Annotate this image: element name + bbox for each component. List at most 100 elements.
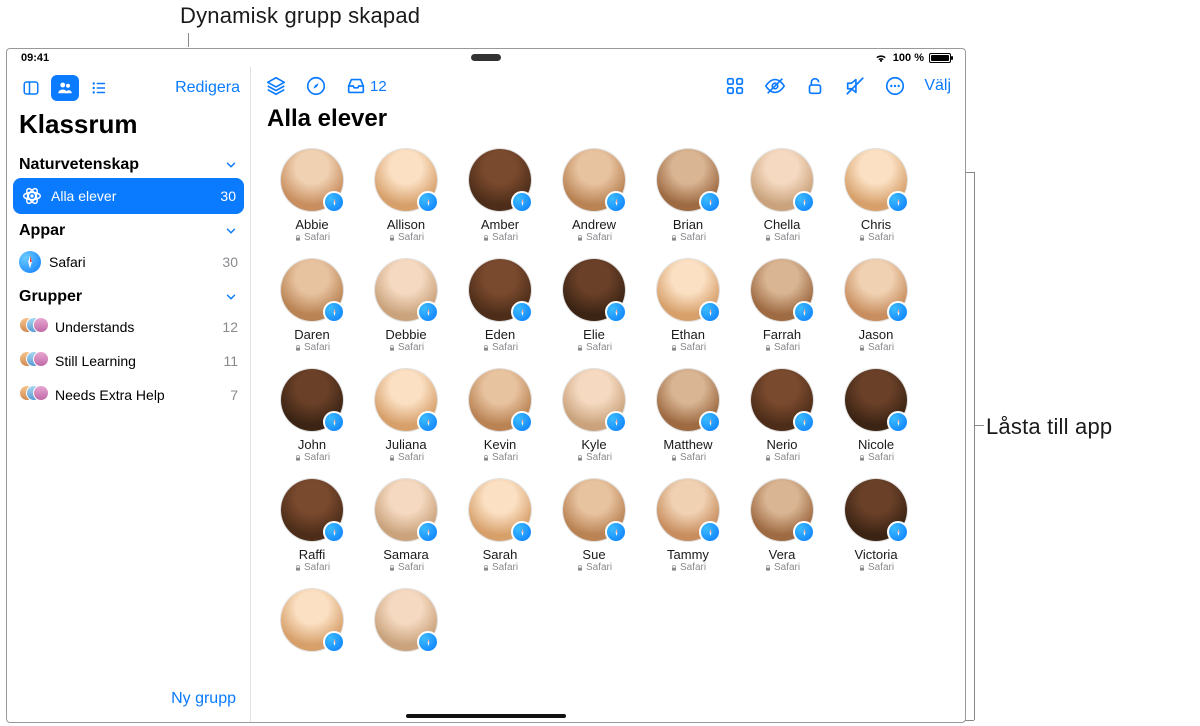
student-status: Safari	[388, 232, 424, 243]
select-button[interactable]: Välj	[924, 77, 951, 95]
section-title: Naturvetenskap	[19, 156, 139, 174]
student-tile[interactable]: Matthew Safari	[643, 369, 733, 463]
student-tile[interactable]: Tammy Safari	[643, 479, 733, 573]
student-tile[interactable]: Ethan Safari	[643, 259, 733, 353]
hide-button[interactable]	[764, 75, 786, 97]
safari-badge-icon	[605, 411, 627, 433]
student-tile[interactable]: Sue Safari	[549, 479, 639, 573]
student-tile[interactable]: John Safari	[267, 369, 357, 463]
lock-icon	[294, 234, 302, 242]
eye-off-icon	[764, 75, 786, 97]
student-tile[interactable]: Allison Safari	[361, 149, 451, 243]
student-tile[interactable]: Kyle Safari	[549, 369, 639, 463]
sidebar-item-group[interactable]: Understands 12	[7, 310, 250, 344]
student-name: Jason	[859, 327, 894, 342]
callout-line	[974, 425, 984, 426]
lock-icon	[670, 564, 678, 572]
student-status: Safari	[670, 232, 706, 243]
student-tile[interactable]: Juliana Safari	[361, 369, 451, 463]
lock-icon	[858, 344, 866, 352]
student-status: Safari	[670, 342, 706, 353]
student-tile[interactable]: Nicole Safari	[831, 369, 921, 463]
student-tile[interactable]: Farrah Safari	[737, 259, 827, 353]
new-group-button[interactable]: Ny grupp	[171, 690, 236, 707]
layers-button[interactable]	[265, 75, 287, 97]
inbox-button[interactable]: 12	[345, 75, 387, 97]
more-button[interactable]	[884, 75, 906, 97]
sidebar-icon	[22, 79, 40, 97]
student-status: Safari	[670, 452, 706, 463]
home-indicator[interactable]	[406, 714, 566, 718]
list-view-button[interactable]	[85, 75, 113, 101]
student-tile[interactable]	[361, 589, 451, 657]
lock-icon	[858, 564, 866, 572]
inbox-icon	[345, 75, 367, 97]
sidebar-item-group[interactable]: Still Learning 11	[7, 344, 250, 378]
safari-badge-icon	[417, 301, 439, 323]
sidebar-toolbar: Redigera	[7, 67, 250, 107]
sidebar-toggle-button[interactable]	[17, 75, 45, 101]
sidebar: Redigera Klassrum Naturvetenskap Alla el…	[7, 67, 251, 722]
student-tile[interactable]: Elie Safari	[549, 259, 639, 353]
lock-icon	[764, 454, 772, 462]
student-tile[interactable]	[267, 589, 357, 657]
student-tile[interactable]: Chella Safari	[737, 149, 827, 243]
navigate-button[interactable]	[305, 75, 327, 97]
layers-icon	[265, 75, 287, 97]
people-view-button[interactable]	[51, 75, 79, 101]
student-status: Safari	[576, 232, 612, 243]
student-tile[interactable]: Amber Safari	[455, 149, 545, 243]
student-tile[interactable]: Chris Safari	[831, 149, 921, 243]
sidebar-item-label: Alla elever	[51, 188, 212, 204]
student-tile[interactable]: Samara Safari	[361, 479, 451, 573]
student-tile[interactable]: Vera Safari	[737, 479, 827, 573]
student-status: Safari	[294, 452, 330, 463]
student-tile[interactable]: Kevin Safari	[455, 369, 545, 463]
callout-locked-to-app: Låsta till app	[986, 414, 1112, 440]
student-status: Safari	[482, 562, 518, 573]
chevron-down-icon	[224, 224, 238, 238]
section-header-subject[interactable]: Naturvetenskap	[7, 150, 250, 178]
section-header-apps[interactable]: Appar	[7, 216, 250, 244]
safari-badge-icon	[887, 521, 909, 543]
student-tile[interactable]: Debbie Safari	[361, 259, 451, 353]
student-name: Kevin	[484, 437, 517, 452]
callout-line	[188, 33, 189, 47]
student-name: Matthew	[663, 437, 712, 452]
student-tile[interactable]: Sarah Safari	[455, 479, 545, 573]
student-name: Allison	[387, 217, 425, 232]
sidebar-item-safari[interactable]: Safari 30	[7, 244, 250, 280]
student-tile[interactable]: Eden Safari	[455, 259, 545, 353]
safari-badge-icon	[417, 631, 439, 653]
chevron-down-icon	[224, 158, 238, 172]
atom-icon	[21, 185, 43, 207]
sidebar-item-group[interactable]: Needs Extra Help 7	[7, 378, 250, 412]
student-tile[interactable]: Daren Safari	[267, 259, 357, 353]
sidebar-item-count: 30	[222, 254, 238, 270]
student-tile[interactable]: Abbie Safari	[267, 149, 357, 243]
sidebar-item-all-students[interactable]: Alla elever 30	[13, 178, 244, 214]
student-tile[interactable]: Raffi Safari	[267, 479, 357, 573]
student-tile[interactable]: Nerio Safari	[737, 369, 827, 463]
lock-icon	[764, 564, 772, 572]
student-status: Safari	[294, 342, 330, 353]
student-tile[interactable]: Brian Safari	[643, 149, 733, 243]
page-title: Alla elever	[251, 99, 965, 139]
edit-button[interactable]: Redigera	[175, 79, 240, 97]
lock-button[interactable]	[804, 75, 826, 97]
student-name: Nicole	[858, 437, 894, 452]
lock-icon	[576, 454, 584, 462]
student-tile[interactable]: Jason Safari	[831, 259, 921, 353]
apps-button[interactable]	[724, 75, 746, 97]
student-tile[interactable]: Andrew Safari	[549, 149, 639, 243]
ellipsis-circle-icon	[884, 75, 906, 97]
lock-icon	[294, 344, 302, 352]
student-status: Safari	[858, 452, 894, 463]
section-header-groups[interactable]: Grupper	[7, 282, 250, 310]
student-tile[interactable]: Victoria Safari	[831, 479, 921, 573]
lock-icon	[576, 344, 584, 352]
lock-icon	[670, 344, 678, 352]
section-title: Grupper	[19, 288, 82, 306]
mute-button[interactable]	[844, 75, 866, 97]
lock-icon	[482, 454, 490, 462]
